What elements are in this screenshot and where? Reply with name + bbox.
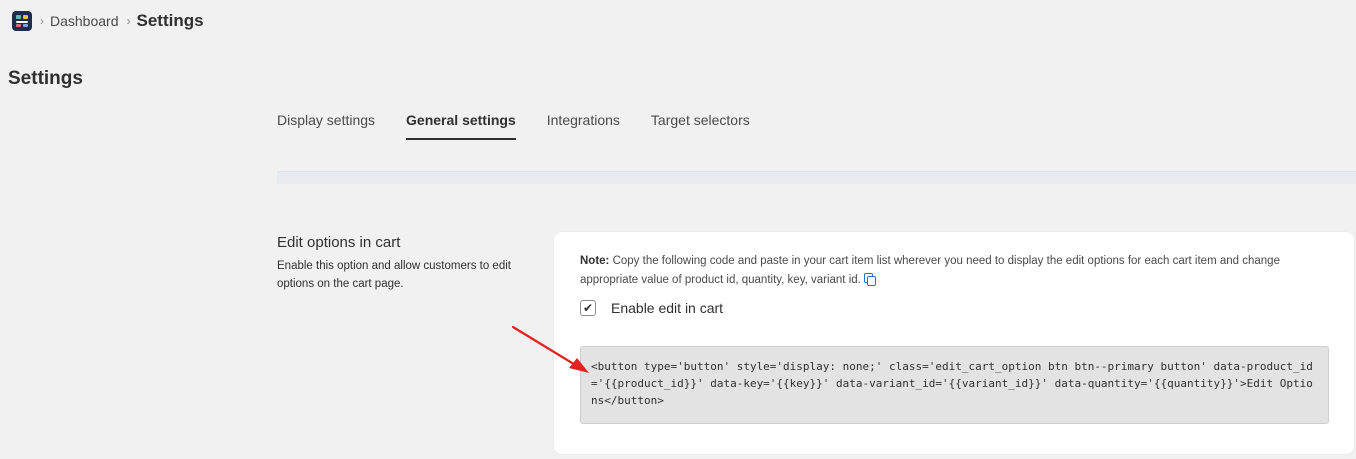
chevron-right-icon: ›	[126, 14, 131, 28]
app-grid-icon[interactable]	[12, 11, 32, 31]
breadcrumb: › Dashboard › Settings	[12, 8, 204, 34]
enable-edit-checkbox[interactable]: ✔	[580, 300, 596, 316]
tab-general-settings[interactable]: General settings	[406, 108, 516, 140]
tab-target-selectors[interactable]: Target selectors	[651, 108, 750, 140]
chevron-right-icon: ›	[40, 14, 44, 28]
tab-panel-divider	[277, 171, 1356, 184]
code-snippet[interactable]: <button type='button' style='display: no…	[580, 346, 1329, 424]
enable-edit-row: ✔ Enable edit in cart	[580, 300, 723, 316]
section-title: Edit options in cart	[277, 234, 401, 251]
page-title: Settings	[8, 68, 83, 89]
note-body: Copy the following code and paste in you…	[580, 255, 1280, 286]
tab-display-settings[interactable]: Display settings	[277, 108, 375, 140]
section-description: Enable this option and allow customers t…	[277, 260, 511, 290]
edit-options-card: Note: Copy the following code and paste …	[554, 232, 1354, 454]
settings-tabs: Display settings General settings Integr…	[277, 108, 781, 142]
note-text: Note: Copy the following code and paste …	[580, 252, 1320, 290]
breadcrumb-current: Settings	[136, 11, 204, 30]
annotation-arrow-icon	[511, 325, 589, 373]
enable-edit-label[interactable]: Enable edit in cart	[611, 300, 723, 316]
section-info: Edit options in cart Enable this option …	[277, 234, 527, 293]
note-label: Note:	[580, 255, 610, 267]
breadcrumb-dashboard-link[interactable]: Dashboard	[50, 13, 119, 29]
copy-icon[interactable]	[863, 273, 876, 286]
tab-integrations[interactable]: Integrations	[547, 108, 620, 140]
